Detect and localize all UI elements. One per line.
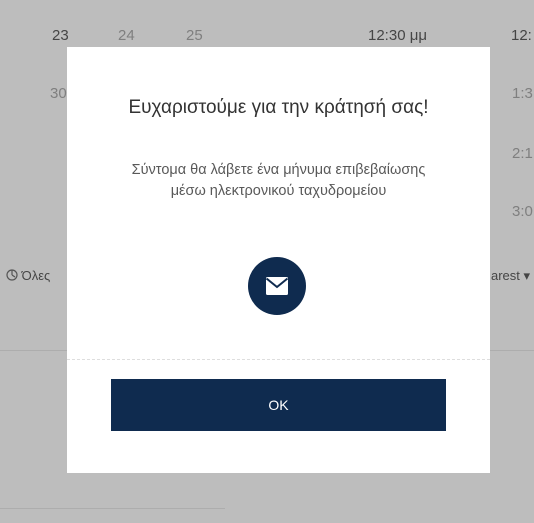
globe-icon [6, 268, 22, 283]
dialog-divider [67, 359, 490, 360]
time-slot[interactable]: 2:1 [512, 145, 533, 162]
calendar-day[interactable]: 30 [50, 85, 67, 102]
dialog-title: Ευχαριστούμε για την κράτησή σας! [128, 97, 429, 118]
time-slot[interactable]: 12:30 μμ [368, 27, 427, 44]
calendar-day[interactable]: 23 [52, 27, 69, 44]
sort-dropdown[interactable]: arest ▾ [491, 268, 530, 284]
timezone-label: Όλες [21, 268, 51, 283]
calendar-day[interactable]: 25 [186, 27, 203, 44]
calendar-day[interactable]: 24 [118, 27, 135, 44]
ok-button[interactable]: OK [111, 379, 446, 431]
time-slot[interactable]: 12: [511, 27, 532, 44]
divider-line [0, 508, 225, 509]
time-slot[interactable]: 3:0 [512, 203, 533, 220]
time-slot[interactable]: 1:3 [512, 85, 533, 102]
booking-confirmation-dialog: Ευχαριστούμε για την κράτησή σας! Σύντομ… [67, 47, 490, 473]
envelope-icon [248, 257, 306, 315]
timezone-selector[interactable]: Όλες [6, 268, 50, 283]
dialog-message: Σύντομα θα λάβετε ένα μήνυμα επιβεβαίωση… [131, 162, 426, 199]
